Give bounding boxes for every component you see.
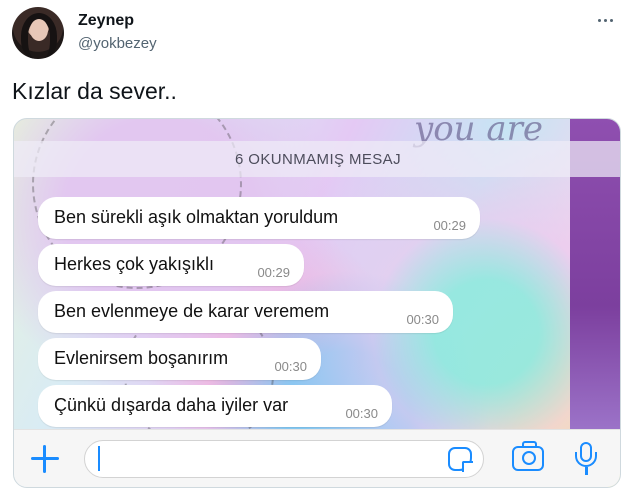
message-text: Evlenirsem boşanırım — [54, 348, 229, 368]
message-bubble[interactable]: Ben sürekli aşık olmaktan yoruldum 00:29 — [38, 197, 480, 239]
message-text: Herkes çok yakışıklı — [54, 254, 215, 274]
message-time: 00:30 — [274, 359, 307, 374]
message-time: 00:30 — [345, 406, 378, 421]
message-bubble[interactable]: Çünkü dışarda daha iyiler var 00:30 — [38, 385, 392, 427]
message-bubble[interactable]: Ben evlenmeye de karar veremem 00:30 — [38, 291, 453, 333]
camera-icon[interactable] — [512, 441, 544, 471]
message-time: 00:29 — [433, 218, 466, 233]
message-text: Ben evlenmeye de karar veremem — [54, 301, 330, 321]
tweet-text: Kızlar da sever.. — [12, 78, 177, 104]
message-bubble[interactable]: Evlenirsem boşanırım 00:30 — [38, 338, 321, 380]
message-time: 00:30 — [406, 312, 439, 327]
tweet-image[interactable]: you are 6 OKUNMAMIŞ MESAJ Ben sürekli aş… — [13, 118, 621, 488]
message-bubble[interactable]: Herkes çok yakışıklı 00:29 — [38, 244, 304, 286]
message-input-bar — [14, 429, 620, 487]
author-name[interactable]: Zeynep — [78, 12, 134, 30]
message-text: Çünkü dışarda daha iyiler var — [54, 395, 289, 415]
unread-messages-banner: 6 OKUNMAMIŞ MESAJ — [14, 141, 620, 177]
tweet-header: Zeynep @yokbezey — [0, 0, 635, 70]
plus-icon[interactable] — [30, 444, 60, 474]
more-options-icon[interactable] — [593, 10, 617, 30]
message-time: 00:29 — [257, 265, 290, 280]
message-text: Ben sürekli aşık olmaktan yoruldum — [54, 207, 339, 227]
avatar[interactable] — [12, 7, 64, 59]
microphone-icon[interactable] — [574, 442, 598, 476]
author-handle[interactable]: @yokbezey — [78, 35, 157, 52]
message-input[interactable] — [84, 440, 484, 478]
